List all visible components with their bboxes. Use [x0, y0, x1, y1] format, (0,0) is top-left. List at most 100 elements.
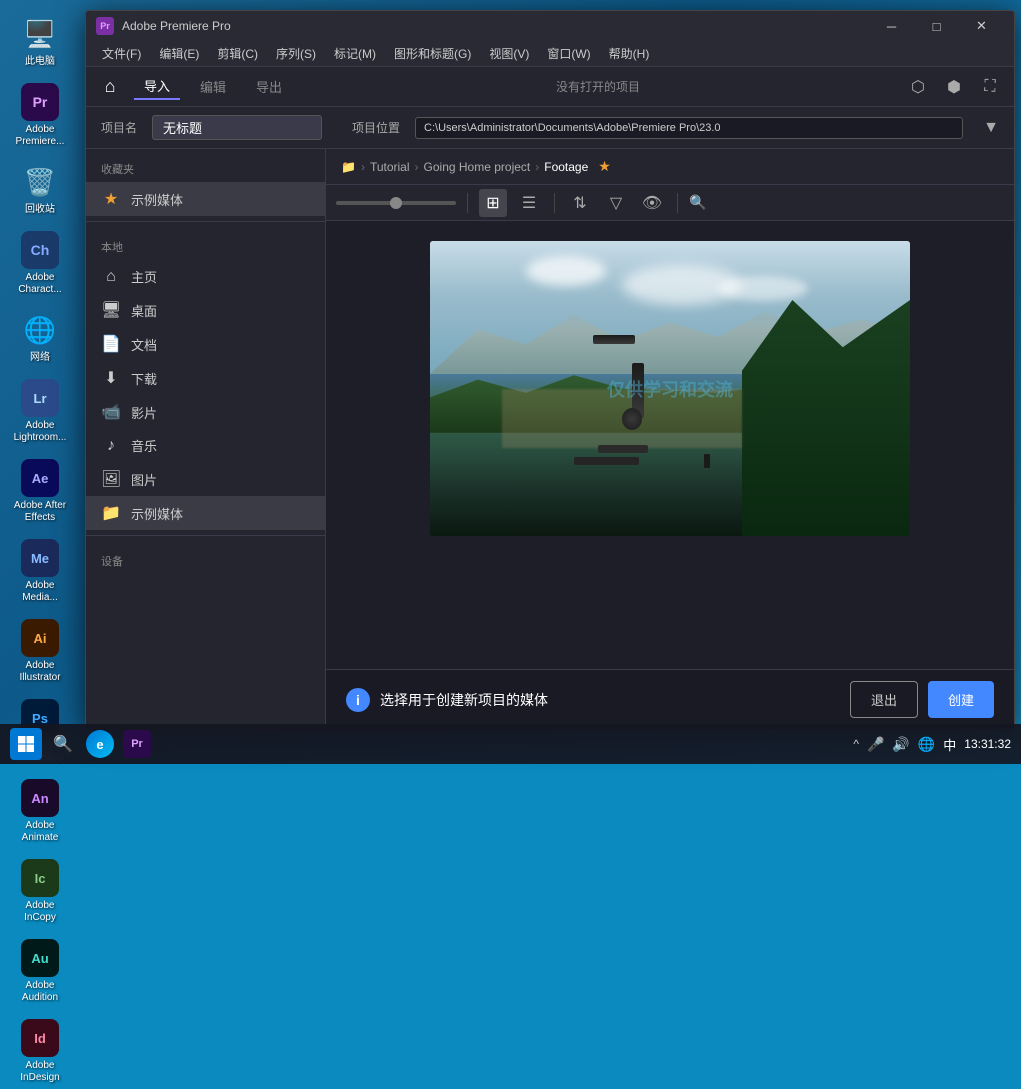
close-button[interactable]: ✕ [959, 11, 1004, 41]
breadcrumb-footage[interactable]: Footage [544, 160, 588, 174]
desktop-icon-label: Adobe Media... [10, 580, 70, 604]
taskview-button[interactable]: e [84, 728, 116, 760]
sidebar-item-sample-media[interactable]: 📁 示例媒体 [86, 496, 325, 530]
create-button[interactable]: 创建 [928, 681, 994, 718]
menu-file[interactable]: 文件(F) [94, 42, 149, 65]
tab-edit[interactable]: 编辑 [190, 74, 236, 99]
toolbar-right: ⬡ ⬢ ⛶ [904, 73, 1004, 101]
desktop-icon-charact[interactable]: Ch Adobe Charact... [5, 226, 75, 301]
sidebar-divider [86, 221, 325, 222]
menu-edit[interactable]: 编辑(E) [151, 42, 207, 65]
desktop-icon-label: Adobe Animate [10, 820, 70, 844]
zoom-slider-container [336, 201, 456, 205]
taskbar-network-icon[interactable]: 🌐 [918, 736, 935, 753]
zoom-slider[interactable] [336, 201, 456, 205]
desktop-icon-incopy[interactable]: Ic Adobe InCopy [5, 854, 75, 929]
desktop-icon-sm: 🖥 [101, 300, 121, 320]
sidebar-item-documents[interactable]: 📄 文档 [86, 327, 325, 361]
sidebar-item-desktop[interactable]: 🖥 桌面 [86, 293, 325, 327]
desktop-icon-animate[interactable]: An Adobe Animate [5, 774, 75, 849]
toolbar-nav: ⌂ [96, 73, 124, 101]
sidebar-item-label: 主页 [131, 267, 157, 286]
location-dropdown-icon[interactable]: ▼ [983, 119, 999, 137]
app-title: Adobe Premiere Pro [122, 19, 869, 33]
sidebar-item-home[interactable]: ⌂ 主页 [86, 260, 325, 293]
sidebar-item-pictures[interactable]: 🖼 图片 [86, 462, 325, 496]
star-icon: ★ [101, 189, 121, 209]
visibility-button[interactable]: 👁 [638, 189, 666, 217]
save-icon[interactable]: ⬡ [904, 73, 932, 101]
picture-icon: 🖼 [101, 469, 121, 489]
premiere-taskbar-button[interactable]: Pr [121, 728, 153, 760]
search-input[interactable] [711, 196, 1004, 210]
taskbar-volume-icon[interactable]: 🔊 [892, 736, 909, 753]
desktop-icon-label: Adobe Illustrator [10, 660, 70, 684]
taskbar-caret-icon[interactable]: ^ [853, 737, 859, 751]
sidebar-item-label: 影片 [131, 403, 157, 422]
bottom-bar: i 选择用于创建新项目的媒体 退出 创建 [326, 669, 1014, 729]
info-icon: i [346, 688, 370, 712]
desktop-icon-network[interactable]: 🌐 网络 [5, 306, 75, 369]
minimize-button[interactable]: ─ [869, 11, 914, 41]
home-button[interactable]: ⌂ [96, 73, 124, 101]
desktop-icon-label: 网络 [30, 352, 50, 364]
sidebar-item-music[interactable]: ♪ 音乐 [86, 429, 325, 462]
breadcrumb-tutorial[interactable]: Tutorial [370, 160, 410, 174]
filter-button[interactable]: ▽ [602, 189, 630, 217]
search-taskbar-button[interactable]: 🔍 [47, 728, 79, 760]
menu-view[interactable]: 视图(V) [481, 42, 537, 65]
menu-help[interactable]: 帮助(H) [601, 42, 658, 65]
breadcrumb-folder-icon[interactable]: 📁 [341, 160, 356, 174]
sort-button[interactable]: ⇅ [566, 189, 594, 217]
music-icon: ♪ [101, 437, 121, 455]
desktop-icon-label: Adobe Premiere... [10, 124, 70, 148]
sidebar-item-downloads[interactable]: ⬇ 下载 [86, 361, 325, 395]
desktop-icon-aftereffects[interactable]: Ae Adobe After Effects [5, 454, 75, 529]
breadcrumb-going-home[interactable]: Going Home project [424, 160, 531, 174]
breadcrumb-sep-2: › [415, 160, 419, 174]
menu-marker[interactable]: 标记(M) [326, 42, 384, 65]
media-area[interactable]: 仅供学习和交流 [326, 221, 1014, 669]
share-icon[interactable]: ⬢ [940, 73, 968, 101]
tab-export[interactable]: 导出 [246, 74, 292, 99]
desktop-icon-premiere[interactable]: Pr Adobe Premiere... [5, 78, 75, 153]
fullscreen-icon[interactable]: ⛶ [976, 73, 1004, 101]
menu-window[interactable]: 窗口(W) [539, 42, 598, 65]
taskbar-right: ^ 🎤 🔊 🌐 中 13:31:32 [853, 735, 1011, 754]
main-toolbar: ⌂ 导入 编辑 导出 没有打开的项目 ⬡ ⬢ ⛶ [86, 67, 1014, 107]
favorite-star-icon[interactable]: ★ [598, 158, 611, 175]
desktop-icon-illustrator[interactable]: Ai Adobe Illustrator [5, 614, 75, 689]
tab-import[interactable]: 导入 [134, 73, 180, 100]
taskbar-mic-icon[interactable]: 🎤 [867, 736, 884, 753]
sidebar-item-movies[interactable]: 📹 影片 [86, 395, 325, 429]
start-button[interactable] [10, 728, 42, 760]
search-icon: 🔍 [689, 194, 706, 211]
menu-graphics[interactable]: 图形和标题(G) [386, 42, 479, 65]
sidebar-item-sample-media-fav[interactable]: ★ 示例媒体 [86, 182, 325, 216]
taskbar-left: 🔍 e Pr [10, 728, 153, 760]
taskbar: 🔍 e Pr ^ 🎤 🔊 🌐 中 13:31:32 [0, 724, 1021, 764]
menu-sequence[interactable]: 序列(S) [268, 42, 324, 65]
grid-view-button[interactable]: ⊞ [479, 189, 507, 217]
app-window: Pr Adobe Premiere Pro ─ □ ✕ 文件(F) 编辑(E) … [85, 10, 1015, 730]
project-location-input[interactable] [415, 117, 963, 139]
maximize-button[interactable]: □ [914, 11, 959, 41]
desktop-icon-audition[interactable]: Au Adobe Audition [5, 934, 75, 1009]
exit-button[interactable]: 退出 [850, 681, 918, 718]
view-controls: ⊞ ☰ ⇅ ▽ 👁 🔍 [326, 185, 1014, 221]
view-separator-2 [554, 193, 555, 213]
desktop-icon-lightroom[interactable]: Lr Adobe Lightroom... [5, 374, 75, 449]
desktop-icon-recycle[interactable]: 🗑️ 回收站 [5, 158, 75, 221]
desktop-icon-indesign[interactable]: Id Adobe InDesign [5, 1014, 75, 1089]
project-name-input[interactable] [152, 115, 322, 140]
info-text: 选择用于创建新项目的媒体 [380, 690, 548, 710]
menu-clip[interactable]: 剪辑(C) [209, 42, 266, 65]
desktop-icon-this-pc[interactable]: 🖥️ 此电脑 [5, 10, 75, 73]
sidebar-item-label: 桌面 [131, 301, 157, 320]
taskbar-time: 13:31:32 [964, 737, 1011, 751]
list-view-button[interactable]: ☰ [515, 189, 543, 217]
taskbar-lang: 中 [943, 735, 956, 754]
sidebar-item-label: 图片 [131, 470, 157, 489]
edge-icon: e [86, 730, 114, 758]
desktop-icon-media[interactable]: Me Adobe Media... [5, 534, 75, 609]
